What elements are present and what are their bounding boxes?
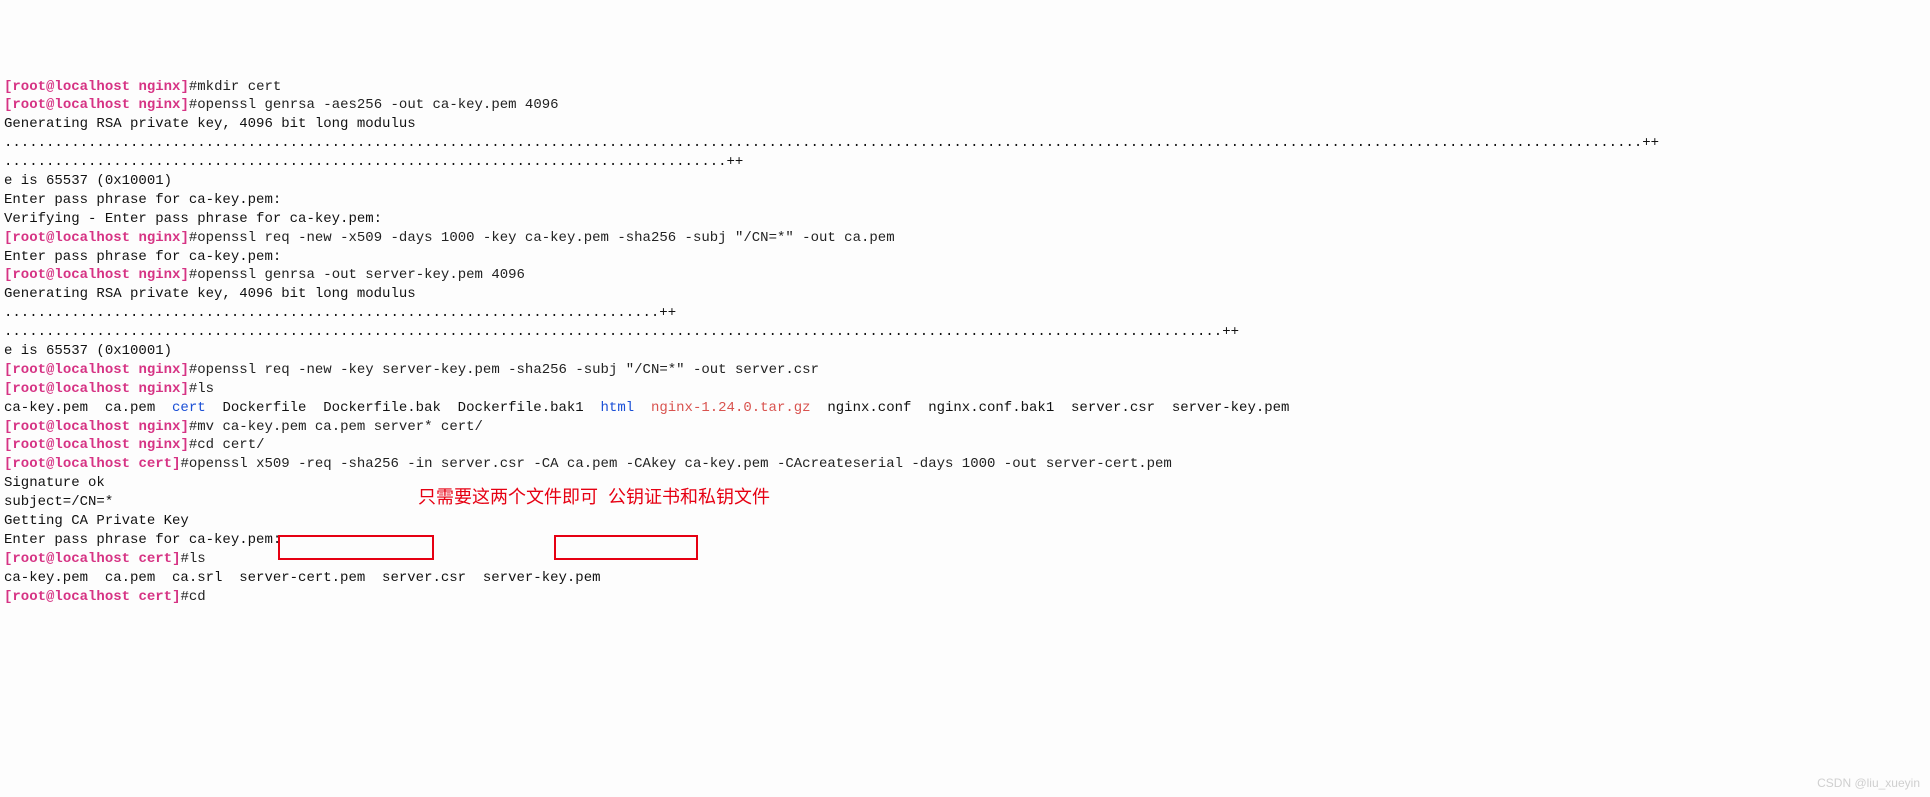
cmd-ls-cert: ls — [189, 551, 206, 567]
output-line: Generating RSA private key, 4096 bit lon… — [4, 116, 416, 132]
prompt-line: [root@localhost nginx]# — [4, 419, 197, 435]
output-line: ........................................… — [4, 324, 1239, 340]
output-line: e is 65537 (0x10001) — [4, 343, 172, 359]
prompt-line: [root@localhost nginx]# — [4, 267, 197, 283]
output-line: Enter pass phrase for ca-key.pem: — [4, 249, 281, 265]
prompt-line: [root@localhost nginx]# — [4, 230, 197, 246]
output-line: Verifying - Enter pass phrase for ca-key… — [4, 211, 382, 227]
output-line: ........................................… — [4, 154, 743, 170]
prompt-line: [root@localhost nginx]# — [4, 97, 197, 113]
dir-cert: cert — [172, 400, 206, 416]
prompt-line: [root@localhost cert]# — [4, 551, 189, 567]
ls-output-nginx: ca-key.pem ca.pem cert Dockerfile Docker… — [4, 400, 1289, 416]
output-line: e is 65537 (0x10001) — [4, 173, 172, 189]
annotation-text: 只需要这两个文件即可 公钥证书和私钥文件 — [418, 485, 770, 509]
output-line: Getting CA Private Key — [4, 513, 189, 529]
cmd-genrsa-ca: openssl genrsa -aes256 -out ca-key.pem 4… — [197, 97, 558, 113]
watermark: CSDN @liu_xueyin — [1817, 775, 1920, 791]
dir-html: html — [601, 400, 635, 416]
highlight-box-server-cert — [278, 535, 434, 560]
prompt-line: [root@localhost nginx]# — [4, 362, 197, 378]
output-line: ........................................… — [4, 305, 676, 321]
output-line: Signature ok — [4, 475, 105, 491]
ls-output-cert: ca-key.pem ca.pem ca.srl server-cert.pem… — [4, 570, 601, 586]
cmd-req-ca: openssl req -new -x509 -days 1000 -key c… — [197, 230, 894, 246]
prompt-line: [root@localhost nginx]# — [4, 381, 197, 397]
cmd-mv: mv ca-key.pem ca.pem server* cert/ — [197, 419, 483, 435]
output-line: Enter pass phrase for ca-key.pem: — [4, 532, 281, 548]
cmd-req-server: openssl req -new -key server-key.pem -sh… — [197, 362, 819, 378]
output-line: Generating RSA private key, 4096 bit lon… — [4, 286, 416, 302]
terminal-output: [root@localhost nginx]#mkdir cert [root@… — [0, 76, 1930, 609]
prompt-line: [root@localhost cert]# — [4, 456, 189, 472]
output-line: subject=/CN=* — [4, 494, 113, 510]
cmd-genrsa-server: openssl genrsa -out server-key.pem 4096 — [197, 267, 525, 283]
output-line: Enter pass phrase for ca-key.pem: — [4, 192, 281, 208]
cmd-cd-cert: cd cert/ — [197, 437, 264, 453]
archive-nginx: nginx-1.24.0.tar.gz — [651, 400, 811, 416]
cmd-mkdir: mkdir cert — [197, 79, 281, 95]
output-line: ........................................… — [4, 135, 1659, 151]
highlight-box-server-key — [554, 535, 698, 560]
prompt-line: [root@localhost cert]# — [4, 589, 189, 605]
prompt-line: [root@localhost nginx]# — [4, 437, 197, 453]
prompt-line: [root@localhost nginx]# — [4, 79, 197, 95]
cmd-cd: cd — [189, 589, 206, 605]
cmd-x509: openssl x509 -req -sha256 -in server.csr… — [189, 456, 1172, 472]
cmd-ls-nginx: ls — [197, 381, 214, 397]
